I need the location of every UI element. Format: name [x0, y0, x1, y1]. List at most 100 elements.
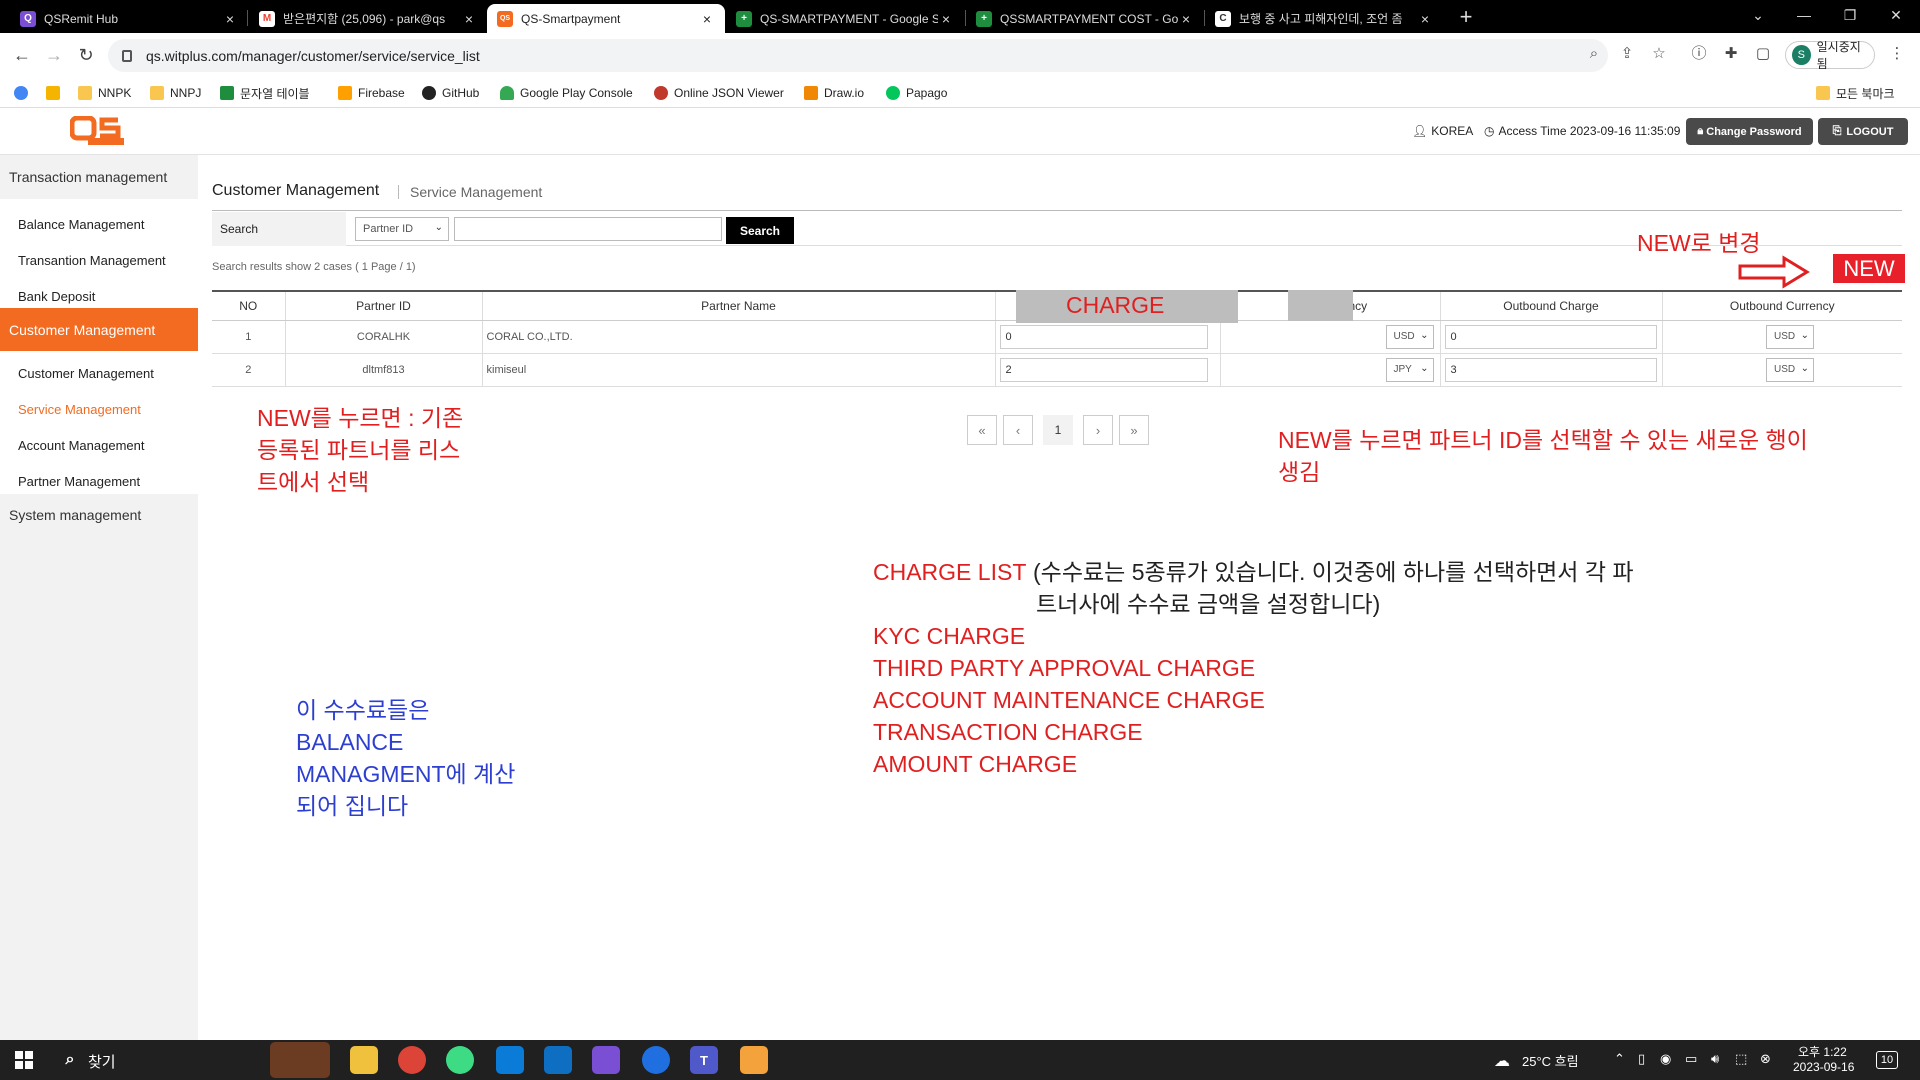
sidebar-item-account-management[interactable]: Account Management — [18, 438, 144, 453]
outbound-charge-input[interactable]: 3 — [1444, 357, 1657, 382]
browser-tab[interactable]: M 받은편지함 (25,096) - park@qs × — [249, 4, 487, 33]
app-icon[interactable] — [740, 1046, 768, 1074]
first-page-button[interactable]: « — [967, 415, 997, 445]
outbound-currency-select[interactable]: USD ⌄ — [1766, 324, 1814, 349]
clock-date[interactable]: 2023-09-16 — [1793, 1060, 1854, 1074]
bookmark-keep[interactable] — [46, 82, 66, 104]
app-header: 👤︎ KOREA ◷ Access Time 2023-09-16 11:35:… — [0, 108, 1920, 155]
file-explorer-icon[interactable] — [350, 1046, 378, 1074]
clock-time[interactable]: 오후 1:22 — [1798, 1043, 1847, 1060]
browser-tab[interactable]: + QS-SMARTPAYMENT - Google S × — [726, 4, 964, 33]
bookmark-item[interactable]: Google Play Console — [500, 82, 633, 104]
search-button[interactable]: Search — [726, 217, 794, 244]
bookmark-item[interactable]: GitHub — [422, 82, 479, 104]
currency-select[interactable]: JPY ⌄ — [1385, 357, 1434, 382]
tab-close-icon[interactable]: × — [461, 11, 477, 27]
page-number-button[interactable]: 1 — [1043, 415, 1073, 445]
charge-input[interactable]: 0 — [999, 324, 1208, 349]
extensions-puzzle-icon[interactable]: ✚ — [1720, 43, 1742, 65]
search-icon[interactable]: ⌕ — [56, 1046, 84, 1074]
browser-tab-active[interactable]: QS QS-Smartpayment × — [487, 4, 725, 33]
phone-link-icon[interactable]: ▯ — [1638, 1051, 1645, 1067]
browser-tab[interactable]: Q QSRemit Hub × — [10, 4, 248, 33]
sidebar-item-customer-management[interactable]: Customer Management — [18, 366, 154, 381]
vscode-icon[interactable] — [544, 1046, 572, 1074]
bookmark-item[interactable]: Draw.io — [804, 82, 864, 104]
close-window-icon[interactable]: ✕ — [1873, 0, 1919, 30]
bookmark-label: Firebase — [358, 86, 405, 100]
maps-icon[interactable] — [642, 1046, 670, 1074]
bookmark-folder[interactable]: NNPK — [78, 82, 131, 104]
share-icon[interactable]: ⇪ — [1616, 43, 1638, 65]
visual-studio-icon[interactable] — [592, 1046, 620, 1074]
qs-remit-logo[interactable] — [70, 116, 126, 146]
teams-icon[interactable]: T — [690, 1046, 718, 1074]
outbound-charge-input[interactable]: 0 — [1444, 324, 1657, 349]
tray-chevron-icon[interactable]: ⌃ — [1614, 1051, 1625, 1067]
logout-button[interactable]: ⎘ LOGOUT — [1818, 118, 1908, 145]
zoom-icon[interactable]: ⌕ — [1583, 43, 1605, 65]
next-page-button[interactable]: › — [1083, 415, 1113, 445]
reload-icon[interactable]: ↻ — [74, 43, 98, 67]
last-page-button[interactable]: » — [1119, 415, 1149, 445]
extension-info-icon[interactable]: ⓘ — [1688, 43, 1710, 65]
bookmark-item[interactable]: Firebase — [338, 82, 405, 104]
cell-outbound-charge: 0 — [1439, 320, 1662, 354]
tab-close-icon[interactable]: × — [699, 11, 715, 27]
sidebar-item-bank-deposit[interactable]: Bank Deposit — [18, 289, 95, 304]
windows-start-icon[interactable] — [10, 1046, 38, 1074]
sidebar-item-partner-management[interactable]: Partner Management — [18, 474, 140, 489]
bookmark-item[interactable]: 문자열 테이블 — [220, 82, 310, 104]
bookmark-item[interactable]: Papago — [886, 82, 947, 104]
breadcrumb: Service Management — [410, 184, 543, 200]
search-input[interactable] — [454, 217, 722, 241]
tab-close-icon[interactable]: × — [1178, 11, 1194, 27]
minimize-icon[interactable]: — — [1781, 0, 1827, 30]
pagination: « ‹ 1 › » — [967, 415, 1155, 445]
forward-icon[interactable]: → — [42, 43, 66, 67]
sidebar-group-system[interactable]: System management — [0, 494, 198, 536]
url-field[interactable]: qs.witplus.com/manager/customer/service/… — [108, 39, 1608, 72]
change-password-button[interactable]: 🔒︎ Change Password — [1686, 118, 1813, 145]
new-tab-button[interactable]: + — [1454, 5, 1478, 29]
tab-search-icon[interactable]: ⌄ — [1735, 0, 1781, 30]
sidebar-item-balance-management[interactable]: Balance Management — [18, 217, 144, 232]
bookmark-star-icon[interactable]: ☆ — [1648, 43, 1670, 65]
android-studio-icon[interactable] — [446, 1046, 474, 1074]
bookmark-item[interactable]: Online JSON Viewer — [654, 82, 784, 104]
browser-menu-icon[interactable]: ⋮ — [1886, 43, 1908, 65]
app-icon[interactable] — [496, 1046, 524, 1074]
weather-text[interactable]: 25°C 흐림 — [1522, 1051, 1579, 1070]
tab-close-icon[interactable]: × — [938, 11, 954, 27]
tab-close-icon[interactable]: × — [1417, 11, 1433, 27]
outbound-currency-select[interactable]: USD ⌄ — [1766, 357, 1814, 382]
sidebar-item-transaction-management[interactable]: Transantion Management — [18, 253, 166, 268]
bookmark-folder[interactable]: NNPJ — [150, 82, 201, 104]
folder-icon — [78, 86, 92, 100]
all-bookmarks-folder[interactable]: 모든 북마크 — [1816, 82, 1895, 104]
bookmark-google[interactable] — [14, 82, 34, 104]
network-icon[interactable]: ▭ — [1685, 1051, 1697, 1067]
sidebar-group-customer[interactable]: Customer Management — [0, 308, 198, 351]
charge-input[interactable]: 2 — [999, 357, 1208, 382]
sidebar-item-service-management[interactable]: Service Management — [18, 402, 141, 417]
volume-icon[interactable]: 🔊︎ — [1711, 1051, 1719, 1067]
sidebar-group-transaction[interactable]: Transaction management — [0, 155, 198, 199]
currency-select[interactable]: USD ⌄ — [1385, 324, 1434, 349]
side-panel-icon[interactable]: ▢ — [1752, 43, 1774, 65]
chrome-icon[interactable] — [398, 1046, 426, 1074]
maximize-icon[interactable]: ❐ — [1827, 0, 1873, 30]
notification-badge[interactable]: 10 — [1876, 1051, 1898, 1069]
browser-tab[interactable]: + QSSMARTPAYMENT COST - Goo × — [966, 4, 1204, 33]
profile-button[interactable]: S 일시중지됨 — [1785, 40, 1875, 71]
tray-status-icon[interactable]: ⊗ — [1760, 1051, 1771, 1067]
tab-close-icon[interactable]: × — [222, 11, 238, 27]
search-field-select[interactable]: Partner ID ⌄ — [355, 217, 449, 241]
new-button[interactable]: NEW — [1833, 254, 1905, 283]
taskbar-search-label[interactable]: 찾기 — [88, 1051, 116, 1072]
security-icon[interactable]: ◉ — [1660, 1051, 1671, 1067]
app-tray-icon[interactable]: ⬚ — [1735, 1051, 1747, 1067]
prev-page-button[interactable]: ‹ — [1003, 415, 1033, 445]
back-icon[interactable]: ← — [10, 43, 34, 67]
browser-tab[interactable]: C 보행 중 사고 피해자인데, 조언 좀 × — [1205, 4, 1443, 33]
